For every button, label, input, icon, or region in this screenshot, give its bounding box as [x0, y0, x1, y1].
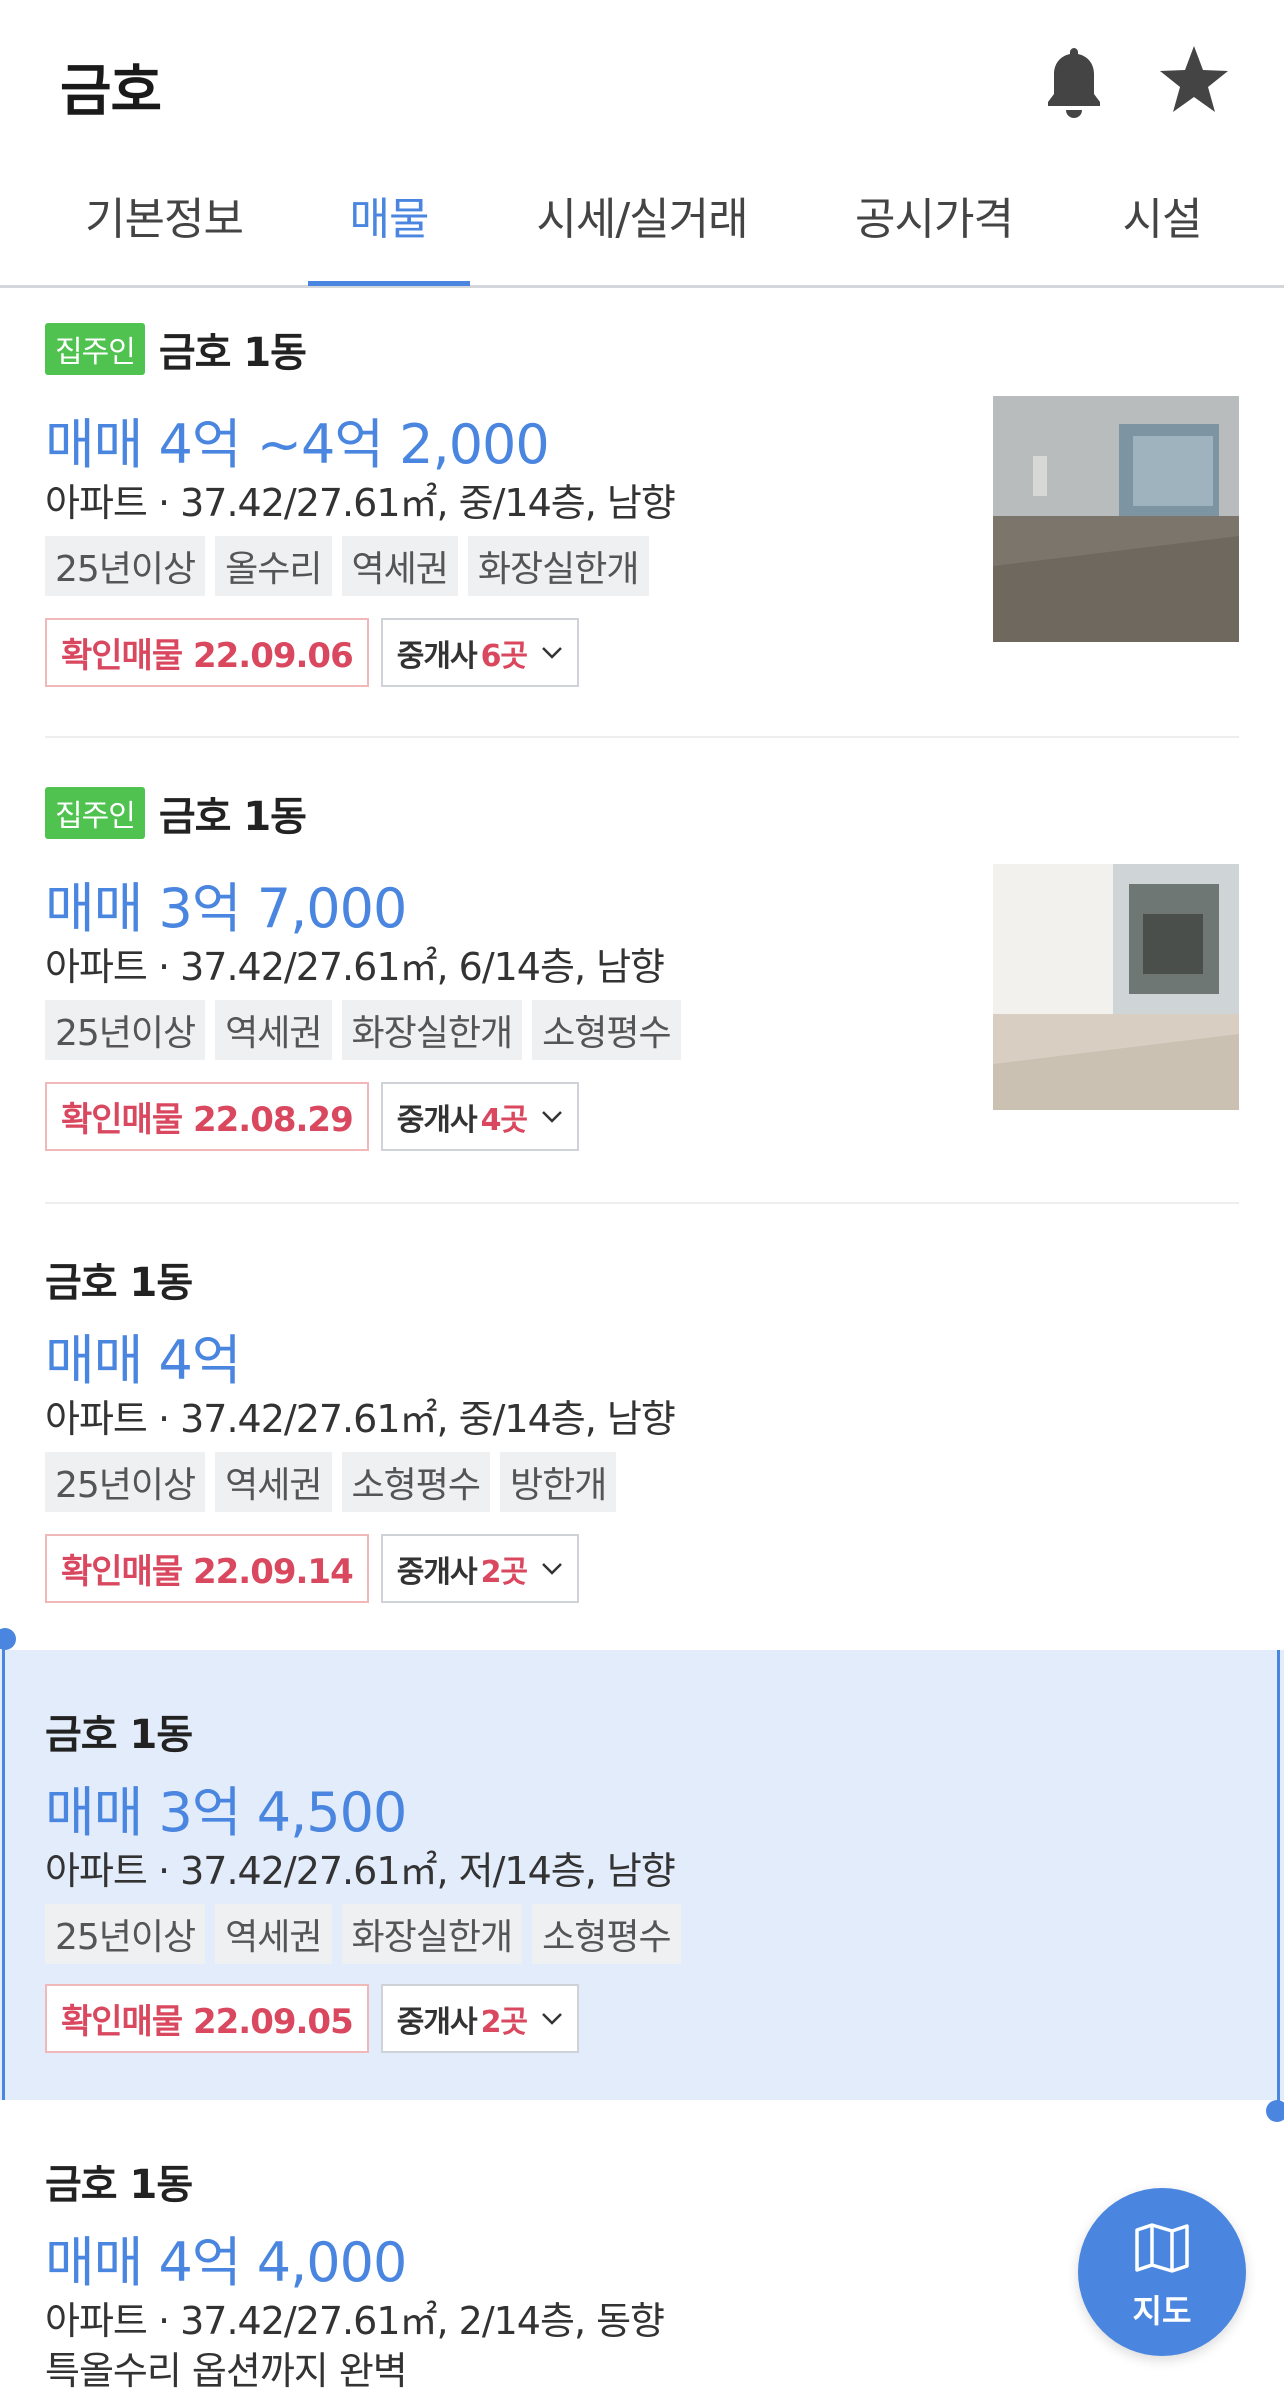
building-name: 금호 1동 — [45, 1260, 193, 1306]
confirmed-listing-badge: 확인매물 22.09.05 — [45, 1984, 369, 2053]
chevron-down-icon — [542, 1562, 562, 1575]
agent-count-button[interactable]: 중개사 6곳 — [380, 618, 580, 687]
listing-photo[interactable] — [993, 864, 1239, 1110]
feature-tag: 25년이상 — [45, 536, 206, 596]
listing-card[interactable]: 금호 1동 매매 4억 아파트 · 37.42/27.61㎡, 중/14층, 남… — [0, 1204, 1284, 1650]
listing-price: 매매 3억 4,500 — [45, 1781, 407, 1844]
listing-spec: 아파트 · 37.42/27.61㎡, 6/14층, 남향 — [45, 945, 665, 989]
listing-card[interactable]: 집주인 금호 1동 매매 4억 ~4억 2,000 아파트 · 37.42/27… — [0, 290, 1284, 738]
tag-list: 25년이상 올수리 역세권 화장실한개 — [45, 536, 649, 596]
feature-tag: 25년이상 — [45, 1000, 206, 1060]
tab-price-trade[interactable]: 시세/실거래 — [524, 180, 760, 288]
listing-spec: 아파트 · 37.42/27.61㎡, 2/14층, 동향 — [45, 2299, 665, 2343]
feature-tag: 역세권 — [341, 536, 458, 596]
owner-badge: 집주인 — [45, 323, 145, 375]
feature-tag: 화장실한개 — [341, 1904, 523, 1964]
listing-price: 매매 4억 4,000 — [45, 2231, 407, 2294]
page-title: 금호 — [60, 59, 162, 124]
tag-list: 25년이상 역세권 화장실한개 소형평수 — [45, 1000, 681, 1060]
agent-count-button[interactable]: 중개사 4곳 — [380, 1082, 580, 1151]
listing-price: 매매 4억 ~4억 2,000 — [45, 413, 550, 476]
map-icon — [1135, 2223, 1189, 2273]
feature-tag: 소형평수 — [532, 1000, 681, 1060]
listing-card[interactable]: 집주인 금호 1동 매매 3억 7,000 아파트 · 37.42/27.61㎡… — [0, 738, 1284, 1204]
feature-tag: 소형평수 — [341, 1452, 491, 1512]
feature-tag: 역세권 — [215, 1000, 332, 1060]
building-name: 금호 1동 — [158, 794, 307, 840]
feature-tag: 역세권 — [215, 1452, 332, 1512]
selection-edge-left — [2, 1640, 5, 2100]
tab-public-price[interactable]: 공시가격 — [846, 180, 1022, 288]
star-icon[interactable] — [1158, 44, 1230, 116]
feature-tag: 25년이상 — [45, 1904, 206, 1964]
confirmed-listing-badge: 확인매물 22.09.14 — [45, 1534, 369, 1603]
chevron-down-icon — [542, 646, 562, 659]
building-name: 금호 1동 — [158, 330, 307, 376]
owner-badge: 집주인 — [45, 787, 145, 839]
building-name: 금호 1동 — [45, 1712, 193, 1758]
chevron-down-icon — [542, 1110, 562, 1123]
listing-price: 매매 4억 — [45, 1329, 242, 1392]
listing-spec: 아파트 · 37.42/27.61㎡, 중/14층, 남향 — [45, 1397, 676, 1441]
feature-tag: 화장실한개 — [467, 536, 649, 596]
map-button-label: 지도 — [1132, 2292, 1192, 2330]
tab-listings[interactable]: 매물 — [308, 180, 470, 288]
tag-list: 25년이상 역세권 화장실한개 소형평수 — [45, 1904, 681, 1964]
confirmed-listing-badge: 확인매물 22.08.29 — [45, 1082, 369, 1151]
bell-icon[interactable] — [1042, 44, 1106, 124]
map-button[interactable]: 지도 — [1078, 2188, 1246, 2356]
agent-count-button[interactable]: 중개사 2곳 — [380, 1984, 580, 2053]
listing-card-selected[interactable]: 금호 1동 매매 3억 4,500 아파트 · 37.42/27.61㎡, 저/… — [0, 1650, 1284, 2100]
feature-tag: 25년이상 — [45, 1452, 206, 1512]
feature-tag: 올수리 — [215, 536, 332, 596]
agent-count-button[interactable]: 중개사 2곳 — [380, 1534, 580, 1603]
building-name: 금호 1동 — [45, 2162, 193, 2208]
chevron-down-icon — [542, 2012, 562, 2025]
feature-tag: 소형평수 — [532, 1904, 681, 1964]
listing-price: 매매 3억 7,000 — [45, 877, 407, 940]
app-header: 금호 — [0, 0, 1284, 160]
confirmed-listing-badge: 확인매물 22.09.06 — [45, 618, 369, 687]
selection-edge-right — [1277, 1650, 1280, 2110]
feature-tag: 방한개 — [500, 1452, 617, 1512]
listing-photo[interactable] — [993, 396, 1239, 642]
listing-description: 특올수리 옵션까지 완벽 — [45, 2349, 408, 2392]
feature-tag: 역세권 — [215, 1904, 332, 1964]
tab-bar: 기본정보 매물 시세/실거래 공시가격 시설 — [0, 160, 1284, 288]
listing-spec: 아파트 · 37.42/27.61㎡, 중/14층, 남향 — [45, 481, 676, 525]
tab-facilities[interactable]: 시설 — [1112, 180, 1212, 288]
tab-active-indicator — [308, 281, 470, 286]
tab-basic-info[interactable]: 기본정보 — [76, 180, 252, 288]
feature-tag: 화장실한개 — [341, 1000, 523, 1060]
listing-spec: 아파트 · 37.42/27.61㎡, 저/14층, 남향 — [45, 1849, 676, 1893]
tag-list: 25년이상 역세권 소형평수 방한개 — [45, 1452, 617, 1512]
